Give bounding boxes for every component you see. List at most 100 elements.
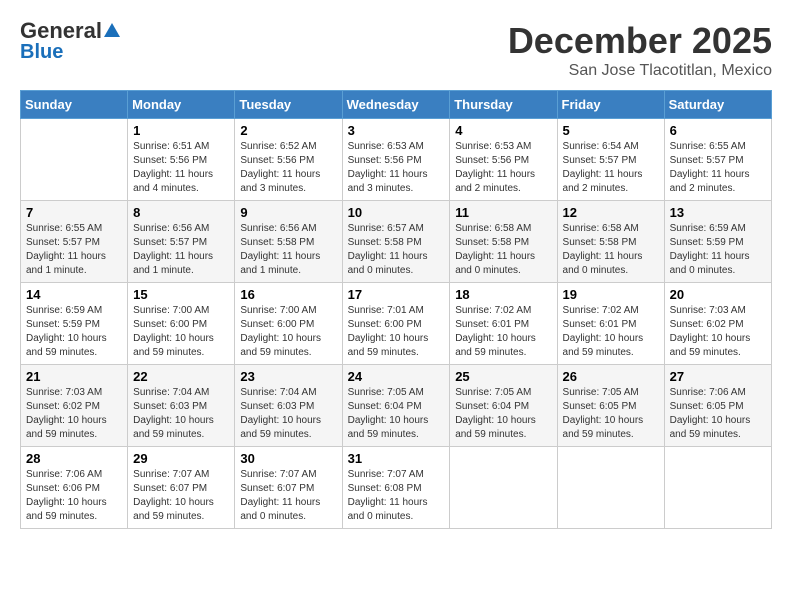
day-number: 6 <box>670 123 766 138</box>
day-number: 18 <box>455 287 551 302</box>
header-monday: Monday <box>128 91 235 119</box>
logo-general: General <box>20 20 102 42</box>
calendar-cell: 20 Sunrise: 7:03 AMSunset: 6:02 PMDayligh… <box>664 283 771 365</box>
page-header: General Blue December 2025 San Jose Tlac… <box>20 20 772 80</box>
calendar-cell: 22Sunrise: 7:04 AMSunset: 6:03 PMDayligh… <box>128 365 235 447</box>
week-row-2: 7Sunrise: 6:55 AMSunset: 5:57 PMDaylight… <box>21 201 772 283</box>
calendar-cell: 30 Sunrise: 7:07 AMSunset: 6:07 PMDayligh… <box>235 447 342 529</box>
calendar-cell <box>21 119 128 201</box>
calendar-cell: 11 Sunrise: 6:58 AMSunset: 5:58 PMDayligh… <box>450 201 557 283</box>
calendar-cell: 6 Sunrise: 6:55 AMSunset: 5:57 PMDaylight… <box>664 119 771 201</box>
header-row: SundayMondayTuesdayWednesdayThursdayFrid… <box>21 91 772 119</box>
calendar-cell <box>450 447 557 529</box>
day-number: 13 <box>670 205 766 220</box>
calendar-cell <box>664 447 771 529</box>
header-wednesday: Wednesday <box>342 91 450 119</box>
calendar-cell: 3 Sunrise: 6:53 AMSunset: 5:56 PMDaylight… <box>342 119 450 201</box>
day-number: 16 <box>240 287 336 302</box>
day-info: Sunrise: 7:07 AMSunset: 6:07 PMDaylight:… <box>240 468 336 524</box>
day-number: 10 <box>348 205 445 220</box>
logo: General Blue <box>20 20 120 62</box>
day-number: 14 <box>26 287 122 302</box>
header-sunday: Sunday <box>21 91 128 119</box>
day-info: Sunrise: 7:03 AMSunset: 6:02 PMDaylight:… <box>670 304 766 360</box>
day-info: Sunrise: 6:55 AMSunset: 5:57 PMDaylight:… <box>670 140 766 196</box>
day-number: 8 <box>133 205 229 220</box>
calendar-cell: 1Sunrise: 6:51 AMSunset: 5:56 PMDaylight… <box>128 119 235 201</box>
calendar-table: SundayMondayTuesdayWednesdayThursdayFrid… <box>20 90 772 529</box>
day-info: Sunrise: 7:00 AMSunset: 6:00 PMDaylight:… <box>133 304 229 360</box>
day-info: Sunrise: 6:56 AMSunset: 5:57 PMDaylight:… <box>133 222 229 278</box>
calendar-cell: 23Sunrise: 7:04 AMSunset: 6:03 PMDayligh… <box>235 365 342 447</box>
day-number: 5 <box>563 123 659 138</box>
day-number: 12 <box>563 205 659 220</box>
day-info: Sunrise: 7:06 AMSunset: 6:06 PMDaylight:… <box>26 468 122 524</box>
day-number: 17 <box>348 287 445 302</box>
day-number: 4 <box>455 123 551 138</box>
calendar-cell: 8 Sunrise: 6:56 AMSunset: 5:57 PMDaylight… <box>128 201 235 283</box>
day-info: Sunrise: 6:59 AMSunset: 5:59 PMDaylight:… <box>670 222 766 278</box>
day-info: Sunrise: 6:56 AMSunset: 5:58 PMDaylight:… <box>240 222 336 278</box>
day-info: Sunrise: 6:53 AMSunset: 5:56 PMDaylight:… <box>455 140 551 196</box>
day-info: Sunrise: 6:58 AMSunset: 5:58 PMDaylight:… <box>455 222 551 278</box>
calendar-cell: 26 Sunrise: 7:05 AMSunset: 6:05 PMDayligh… <box>557 365 664 447</box>
day-info: Sunrise: 6:55 AMSunset: 5:57 PMDaylight:… <box>26 222 122 278</box>
header-tuesday: Tuesday <box>235 91 342 119</box>
day-info: Sunrise: 6:54 AMSunset: 5:57 PMDaylight:… <box>563 140 659 196</box>
calendar-cell: 19 Sunrise: 7:02 AMSunset: 6:01 PMDayligh… <box>557 283 664 365</box>
day-number: 27 <box>670 369 766 384</box>
day-number: 28 <box>26 451 122 466</box>
calendar-cell: 24Sunrise: 7:05 AMSunset: 6:04 PMDayligh… <box>342 365 450 447</box>
day-number: 3 <box>348 123 445 138</box>
calendar-cell: 5 Sunrise: 6:54 AMSunset: 5:57 PMDaylight… <box>557 119 664 201</box>
day-info: Sunrise: 7:03 AMSunset: 6:02 PMDaylight:… <box>26 386 122 442</box>
calendar-cell: 15Sunrise: 7:00 AMSunset: 6:00 PMDayligh… <box>128 283 235 365</box>
day-info: Sunrise: 7:02 AMSunset: 6:01 PMDaylight:… <box>455 304 551 360</box>
title-block: December 2025 San Jose Tlacotitlan, Mexi… <box>508 20 772 80</box>
day-info: Sunrise: 7:05 AMSunset: 6:04 PMDaylight:… <box>455 386 551 442</box>
calendar-cell: 2Sunrise: 6:52 AMSunset: 5:56 PMDaylight… <box>235 119 342 201</box>
calendar-cell: 16 Sunrise: 7:00 AMSunset: 6:00 PMDayligh… <box>235 283 342 365</box>
day-info: Sunrise: 7:00 AMSunset: 6:00 PMDaylight:… <box>240 304 336 360</box>
day-info: Sunrise: 6:57 AMSunset: 5:58 PMDaylight:… <box>348 222 445 278</box>
week-row-1: 1Sunrise: 6:51 AMSunset: 5:56 PMDaylight… <box>21 119 772 201</box>
day-info: Sunrise: 7:07 AMSunset: 6:08 PMDaylight:… <box>348 468 445 524</box>
main-title: December 2025 <box>508 20 772 62</box>
day-info: Sunrise: 7:06 AMSunset: 6:05 PMDaylight:… <box>670 386 766 442</box>
header-thursday: Thursday <box>450 91 557 119</box>
day-number: 1 <box>133 123 229 138</box>
calendar-cell: 10 Sunrise: 6:57 AMSunset: 5:58 PMDayligh… <box>342 201 450 283</box>
calendar-cell: 17 Sunrise: 7:01 AMSunset: 6:00 PMDayligh… <box>342 283 450 365</box>
day-number: 24 <box>348 369 445 384</box>
calendar-cell: 31 Sunrise: 7:07 AMSunset: 6:08 PMDayligh… <box>342 447 450 529</box>
day-number: 25 <box>455 369 551 384</box>
day-info: Sunrise: 7:01 AMSunset: 6:00 PMDaylight:… <box>348 304 445 360</box>
day-info: Sunrise: 7:05 AMSunset: 6:05 PMDaylight:… <box>563 386 659 442</box>
calendar-cell: 21 Sunrise: 7:03 AMSunset: 6:02 PMDayligh… <box>21 365 128 447</box>
day-info: Sunrise: 7:04 AMSunset: 6:03 PMDaylight:… <box>133 386 229 442</box>
day-number: 19 <box>563 287 659 302</box>
day-info: Sunrise: 6:52 AMSunset: 5:56 PMDaylight:… <box>240 140 336 196</box>
calendar-cell: 29Sunrise: 7:07 AMSunset: 6:07 PMDayligh… <box>128 447 235 529</box>
logo-blue: Blue <box>20 42 63 62</box>
calendar-cell: 27 Sunrise: 7:06 AMSunset: 6:05 PMDayligh… <box>664 365 771 447</box>
day-info: Sunrise: 6:53 AMSunset: 5:56 PMDaylight:… <box>348 140 445 196</box>
day-info: Sunrise: 7:02 AMSunset: 6:01 PMDaylight:… <box>563 304 659 360</box>
week-row-4: 21 Sunrise: 7:03 AMSunset: 6:02 PMDayligh… <box>21 365 772 447</box>
day-number: 21 <box>26 369 122 384</box>
day-number: 20 <box>670 287 766 302</box>
day-number: 26 <box>563 369 659 384</box>
day-number: 29 <box>133 451 229 466</box>
calendar-cell: 25 Sunrise: 7:05 AMSunset: 6:04 PMDayligh… <box>450 365 557 447</box>
day-number: 23 <box>240 369 336 384</box>
day-number: 30 <box>240 451 336 466</box>
day-number: 11 <box>455 205 551 220</box>
day-number: 31 <box>348 451 445 466</box>
header-friday: Friday <box>557 91 664 119</box>
calendar-cell: 7Sunrise: 6:55 AMSunset: 5:57 PMDaylight… <box>21 201 128 283</box>
calendar-cell: 14Sunrise: 6:59 AMSunset: 5:59 PMDayligh… <box>21 283 128 365</box>
logo-icon <box>104 23 120 39</box>
week-row-5: 28 Sunrise: 7:06 AMSunset: 6:06 PMDayligh… <box>21 447 772 529</box>
calendar-cell <box>557 447 664 529</box>
day-number: 9 <box>240 205 336 220</box>
